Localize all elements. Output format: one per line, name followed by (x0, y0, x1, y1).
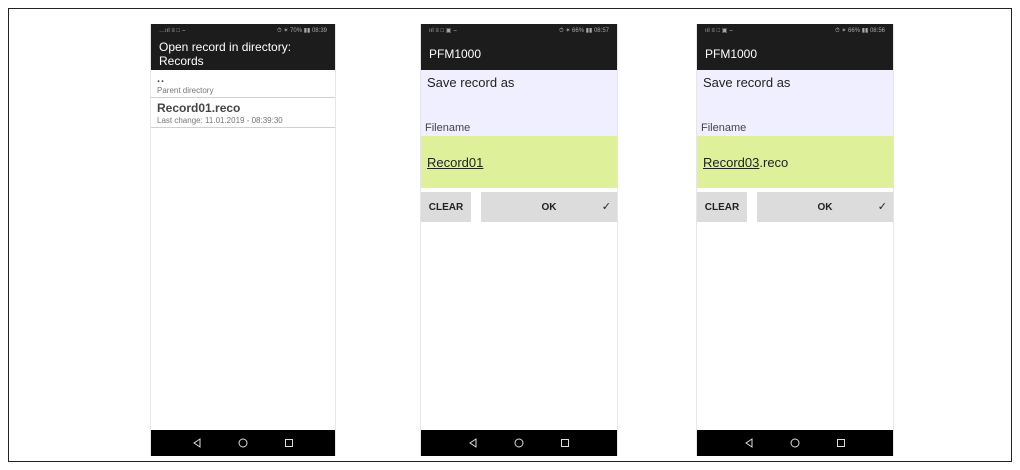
nav-bar (151, 430, 335, 456)
list-item-detail: Last change: 11.01.2019 - 08:39:30 (157, 116, 283, 125)
recents-icon[interactable] (835, 437, 847, 449)
app-title: PFM1000 (705, 47, 758, 61)
list-item-record[interactable]: Record01.reco Last change: 11.01.2019 - … (151, 98, 335, 128)
save-title: Save record as (703, 75, 791, 90)
recents-icon[interactable] (283, 437, 295, 449)
filename-label: Filename (701, 122, 747, 134)
back-icon[interactable] (743, 437, 755, 449)
phone-screen-save-2: ııl ≡ □ ▣ ⌣ ⏱ ✶ 66% ▮▮ 08:56 PFM1000 Sav… (696, 24, 894, 456)
clear-button[interactable]: CLEAR (421, 192, 471, 222)
button-row: CLEAR OK ✓ (697, 188, 893, 222)
clear-label: CLEAR (704, 201, 740, 213)
back-icon[interactable] (467, 437, 479, 449)
home-icon[interactable] (789, 437, 801, 449)
nav-bar (697, 430, 893, 456)
save-header-panel: Save record as Filename (697, 70, 893, 136)
back-icon[interactable] (191, 437, 203, 449)
status-left: ııl ≡ □ ▣ ⌣ (429, 28, 458, 34)
check-icon: ✓ (601, 201, 611, 213)
ok-button[interactable]: OK ✓ (481, 192, 617, 222)
ok-label: OK (817, 201, 833, 213)
status-bar: ııl ≡ □ ▣ ⌣ ⏱ ✶ 66% ▮▮ 08:57 (421, 24, 617, 38)
filename-extension: .reco (759, 154, 789, 170)
record-list: .. Parent directory Record01.reco Last c… (151, 70, 335, 128)
check-icon: ✓ (877, 201, 887, 213)
nav-bar (421, 430, 617, 456)
app-bar: PFM1000 (697, 38, 893, 70)
app-bar: PFM1000 (421, 38, 617, 70)
list-item-parent[interactable]: .. Parent directory (151, 70, 335, 98)
list-item-detail: Parent directory (157, 86, 214, 95)
app-title: Open record in directory: Records (159, 40, 292, 68)
recents-icon[interactable] (559, 437, 571, 449)
filename-label: Filename (425, 122, 471, 134)
status-right: ⏱ ✶ 66% ▮▮ 08:57 (558, 28, 609, 34)
home-icon[interactable] (513, 437, 525, 449)
status-bar: ııl ≡ □ ▣ ⌣ ⏱ ✶ 66% ▮▮ 08:56 (697, 24, 893, 38)
app-bar: Open record in directory: Records (151, 38, 335, 70)
clear-label: CLEAR (428, 201, 464, 213)
button-row: CLEAR OK ✓ (421, 188, 617, 222)
status-left: …ııl ≡ □ ⌣ (159, 27, 186, 34)
clear-button[interactable]: CLEAR (697, 192, 747, 222)
phone-screen-save-1: ııl ≡ □ ▣ ⌣ ⏱ ✶ 66% ▮▮ 08:57 PFM1000 Sav… (420, 24, 618, 456)
status-right: ⏱ ✶ 66% ▮▮ 08:56 (834, 28, 885, 34)
filename-input[interactable]: Record03 .reco (697, 136, 893, 188)
save-header-panel: Save record as Filename (421, 70, 617, 136)
list-item-name: Record01.reco (157, 101, 241, 115)
status-right: ⏱ ✶ 70% ▮▮ 08:39 (276, 28, 327, 34)
filename-input[interactable]: Record01 (421, 136, 617, 188)
ok-label: OK (541, 201, 557, 213)
home-icon[interactable] (237, 437, 249, 449)
status-bar: …ııl ≡ □ ⌣ ⏱ ✶ 70% ▮▮ 08:39 (151, 24, 335, 38)
app-title: PFM1000 (429, 47, 482, 61)
ok-button[interactable]: OK ✓ (757, 192, 893, 222)
filename-value: Record03 (703, 154, 760, 170)
phone-screen-open: …ııl ≡ □ ⌣ ⏱ ✶ 70% ▮▮ 08:39 Open record … (150, 24, 336, 456)
list-item-name: .. (157, 73, 166, 85)
save-title: Save record as (427, 75, 515, 90)
status-left: ııl ≡ □ ▣ ⌣ (705, 28, 734, 34)
filename-value: Record01 (427, 154, 484, 170)
